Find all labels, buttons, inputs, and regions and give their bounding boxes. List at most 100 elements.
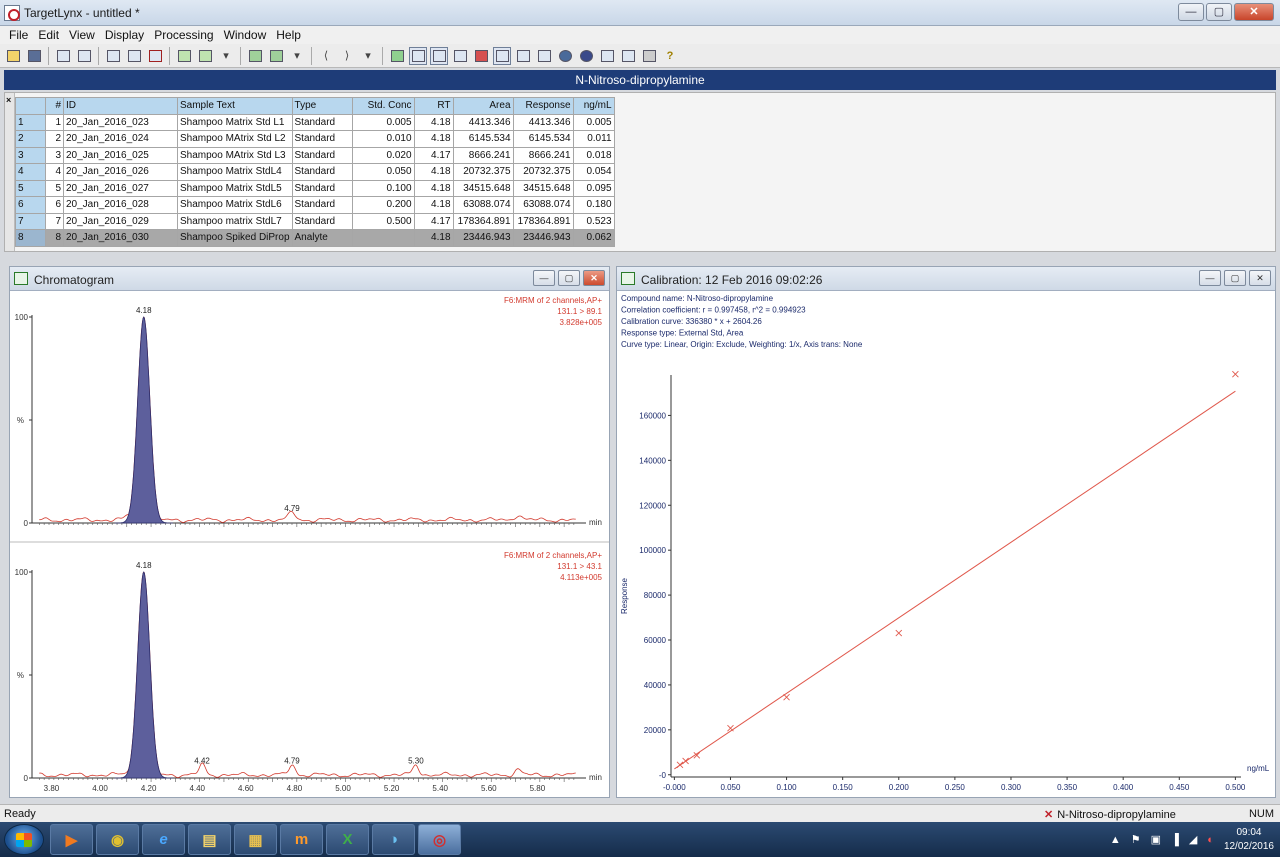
cell-sample-text[interactable]: Shampoo matrix StdL7 xyxy=(177,212,293,230)
cell-std-conc[interactable]: 0.050 xyxy=(351,163,415,181)
cell-area[interactable]: 34515.648 xyxy=(452,179,514,197)
cell-std-conc[interactable] xyxy=(351,229,415,247)
chromatogram-maximize-button[interactable]: ▢ xyxy=(558,270,580,286)
cell-id[interactable]: 20_Jan_2016_030 xyxy=(63,229,178,247)
cell-sample-text[interactable]: Shampoo MAtrix Std L3 xyxy=(177,146,293,164)
prev-peak-icon[interactable]: ⟨ xyxy=(317,47,335,65)
monitor-red-icon[interactable] xyxy=(146,47,164,65)
cell-rt[interactable]: 4.18 xyxy=(413,113,454,131)
table-view-icon[interactable] xyxy=(493,46,511,65)
cell-type[interactable]: Standard xyxy=(291,179,353,197)
folder-icon[interactable]: ▦ xyxy=(234,824,277,855)
excel-icon[interactable]: X xyxy=(326,824,369,855)
media-player-icon[interactable]: ▶ xyxy=(50,824,93,855)
masslynx-icon[interactable]: ◑ xyxy=(372,824,415,855)
battery-icon[interactable]: ▐ xyxy=(1171,834,1179,846)
help-icon[interactable]: ? xyxy=(661,47,679,65)
volume-icon[interactable]: ◐ xyxy=(1207,834,1214,846)
calibration-plot[interactable]: Compound name: N-Nitroso-dipropylamine Co… xyxy=(617,291,1275,797)
cell-id[interactable]: 20_Jan_2016_027 xyxy=(63,179,178,197)
table-row[interactable]: 8 8 20_Jan_2016_030 Shampoo Spiked DiProp An… xyxy=(15,229,615,247)
internet-explorer-icon[interactable]: e xyxy=(142,824,185,855)
cell-index[interactable]: 5 xyxy=(45,179,64,197)
cell-row-number[interactable]: 3 xyxy=(15,146,46,164)
col-header-rt[interactable]: RT xyxy=(413,97,454,115)
calibration-maximize-button[interactable]: ▢ xyxy=(1224,270,1246,286)
file-explorer-icon[interactable]: ▤ xyxy=(188,824,231,855)
chromatogram-close-button[interactable]: ✕ xyxy=(583,270,605,286)
signal-icon[interactable]: ◢ xyxy=(1189,833,1197,846)
menu-window[interactable]: Window xyxy=(219,26,272,44)
dropdown-arrow-icon[interactable]: ▾ xyxy=(359,47,377,65)
table-row[interactable]: 6 6 20_Jan_2016_028 Shampoo Matrix StdL6 Sta… xyxy=(15,196,615,214)
cell-sample-text[interactable]: Shampoo Matrix StdL5 xyxy=(177,179,293,197)
save-icon[interactable] xyxy=(25,47,43,65)
menu-edit[interactable]: Edit xyxy=(33,26,64,44)
cell-id[interactable]: 20_Jan_2016_026 xyxy=(63,163,178,181)
cell-sample-text[interactable]: Shampoo Matrix StdL6 xyxy=(177,196,293,214)
cell-row-number[interactable]: 4 xyxy=(15,163,46,181)
cell-ng-ml[interactable]: 0.062 xyxy=(572,229,615,247)
cell-id[interactable]: 20_Jan_2016_024 xyxy=(63,130,178,148)
table-row[interactable]: 2 2 20_Jan_2016_024 Shampoo MAtrix Std L2 St… xyxy=(15,130,615,148)
cell-response[interactable]: 4413.346 xyxy=(512,113,574,131)
calibration-close-button[interactable]: ✕ xyxy=(1249,270,1271,286)
tile-vertical-icon[interactable] xyxy=(619,47,637,65)
col-header-area[interactable]: Area xyxy=(452,97,514,115)
cell-index[interactable]: 8 xyxy=(45,229,64,247)
cell-std-conc[interactable]: 0.100 xyxy=(351,179,415,197)
cell-area[interactable]: 8666.241 xyxy=(452,146,514,164)
chromatogram-minimize-button[interactable]: — xyxy=(533,270,555,286)
previous-compound-icon[interactable] xyxy=(246,47,264,65)
start-button[interactable] xyxy=(4,824,44,855)
cell-rt[interactable]: 4.17 xyxy=(413,146,454,164)
cell-area[interactable]: 23446.943 xyxy=(452,229,514,247)
cell-area[interactable]: 20732.375 xyxy=(452,163,514,181)
cell-type[interactable]: Standard xyxy=(291,146,353,164)
spectrum-view-icon[interactable] xyxy=(451,47,469,65)
targetlynx-taskbar-icon[interactable]: ◎ xyxy=(418,824,461,855)
cell-area[interactable]: 178364.891 xyxy=(452,212,514,230)
table-row[interactable]: 1 1 20_Jan_2016_023 Shampoo Matrix Std L1 St… xyxy=(15,113,615,131)
cell-ng-ml[interactable]: 0.005 xyxy=(572,113,615,131)
cell-rt[interactable]: 4.18 xyxy=(413,229,454,247)
cell-rt[interactable]: 4.18 xyxy=(413,163,454,181)
bar-chart-icon[interactable] xyxy=(472,47,490,65)
menu-file[interactable]: File xyxy=(4,26,33,44)
window-view-icon[interactable] xyxy=(104,47,122,65)
cell-index[interactable]: 6 xyxy=(45,196,64,214)
cell-rt[interactable]: 4.18 xyxy=(413,130,454,148)
menu-help[interactable]: Help xyxy=(271,26,306,44)
action-center-icon[interactable]: ⚑ xyxy=(1131,833,1141,846)
cell-response[interactable]: 23446.943 xyxy=(512,229,574,247)
next-sample-icon[interactable] xyxy=(196,47,214,65)
chrome-icon[interactable]: ◉ xyxy=(96,824,139,855)
peak-view-icon[interactable] xyxy=(430,46,448,65)
col-header-type[interactable]: Type xyxy=(291,97,353,115)
dropdown-arrow-icon[interactable]: ▾ xyxy=(288,47,306,65)
next-compound-icon[interactable] xyxy=(267,47,285,65)
cell-std-conc[interactable]: 0.200 xyxy=(351,196,415,214)
globe-icon[interactable] xyxy=(556,47,574,65)
col-header-index[interactable]: # xyxy=(45,97,64,115)
cell-row-number[interactable]: 6 xyxy=(15,196,46,214)
cell-ng-ml[interactable]: 0.095 xyxy=(572,179,615,197)
print-icon[interactable] xyxy=(640,47,658,65)
cell-response[interactable]: 20732.375 xyxy=(512,163,574,181)
book-icon[interactable] xyxy=(535,47,553,65)
open-icon[interactable] xyxy=(4,47,22,65)
cell-type[interactable]: Standard xyxy=(291,212,353,230)
clock[interactable]: 09:04 12/02/2016 xyxy=(1224,826,1274,854)
cell-response[interactable]: 8666.241 xyxy=(512,146,574,164)
menu-view[interactable]: View xyxy=(64,26,100,44)
summary-icon[interactable] xyxy=(514,47,532,65)
cell-sample-text[interactable]: Shampoo Matrix StdL4 xyxy=(177,163,293,181)
calibration-minimize-button[interactable]: — xyxy=(1199,270,1221,286)
cell-sample-text[interactable]: Shampoo Matrix Std L1 xyxy=(177,113,293,131)
cell-sample-text[interactable]: Shampoo Spiked DiProp xyxy=(177,229,293,247)
cell-area[interactable]: 63088.074 xyxy=(452,196,514,214)
cell-response[interactable]: 63088.074 xyxy=(512,196,574,214)
process-icon[interactable] xyxy=(54,47,72,65)
cell-index[interactable]: 7 xyxy=(45,212,64,230)
col-header-id[interactable]: ID xyxy=(63,97,178,115)
